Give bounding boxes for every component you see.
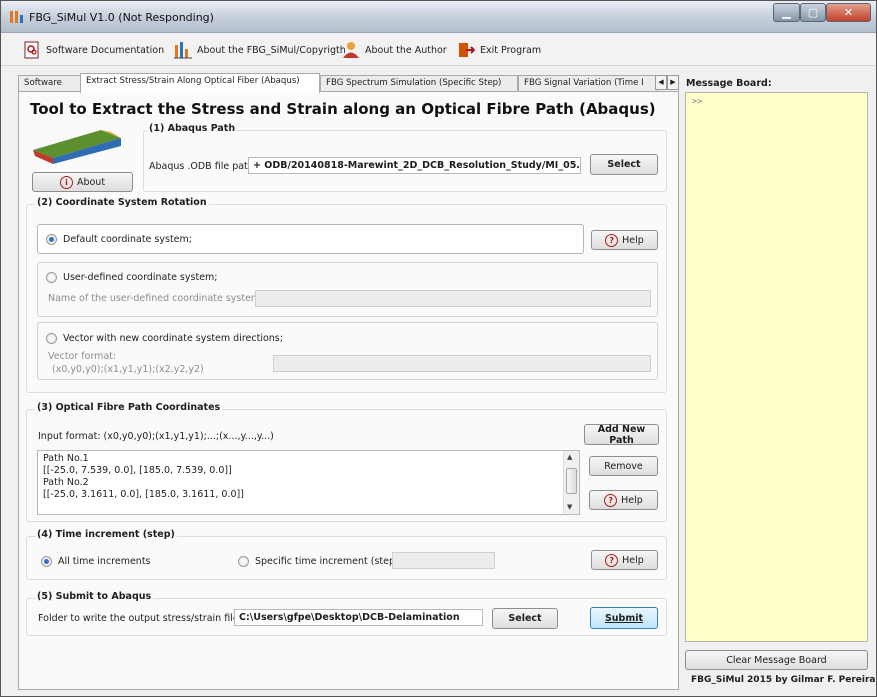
message-board-content: >> [692, 97, 703, 107]
coordinate-rotation-title: (2) Coordinate System Rotation [35, 197, 209, 208]
about-button[interactable]: i About [32, 172, 133, 192]
exit-program-label: Exit Program [480, 44, 542, 56]
path-list-scrollbar[interactable]: ▲ ▼ [563, 451, 579, 514]
path-help-button[interactable]: ? Help [589, 490, 658, 510]
scrollbar-thumb[interactable] [566, 468, 577, 494]
user-coordinate-label: User-defined coordinate system; [63, 272, 218, 283]
submit-button[interactable]: Submit [590, 607, 658, 629]
specific-time-increment-radio[interactable] [238, 556, 249, 567]
maximize-button[interactable]: ▢ [800, 3, 826, 22]
output-folder-label: Folder to write the output stress/strain… [38, 613, 245, 624]
page-title: Tool to Extract the Stress and Strain al… [30, 100, 656, 118]
abaqus-path-title: (1) Abaqus Path [147, 123, 238, 134]
help-icon: ? [605, 553, 619, 567]
tab-signal-variation[interactable]: FBG Signal Variation (Time I [518, 75, 658, 92]
default-coordinate-radio[interactable] [46, 234, 57, 245]
info-icon: i [59, 175, 73, 189]
tab-extract-stress-strain[interactable]: Extract Stress/Strain Along Optical Fibe… [80, 73, 320, 93]
tab-software[interactable]: Software [18, 75, 81, 92]
footer-credit: FBG_SiMul 2015 by Gilmar F. Pereira [691, 675, 876, 685]
person-icon [343, 42, 359, 58]
tab-software-label: Software [24, 78, 62, 88]
time-help-label: Help [622, 554, 644, 566]
user-coordinate-name-input[interactable] [255, 290, 651, 307]
vector-format-example: (x0,y0,y0);(x1,y1,y1);(x2,y2,y2) [52, 364, 204, 375]
user-coordinate-radio[interactable] [46, 272, 57, 283]
odb-select-button[interactable]: Select [590, 154, 658, 175]
remove-path-button[interactable]: Remove [589, 456, 658, 476]
user-coordinate-name-label: Name of the user-defined coordinate syst… [48, 293, 264, 304]
software-documentation-label: Software Documentation [46, 44, 165, 56]
exit-door-icon [459, 43, 475, 57]
scroll-up-icon[interactable]: ▲ [567, 453, 572, 461]
tab-extract-label: Extract Stress/Strain Along Optical Fibe… [86, 76, 300, 86]
about-author-label: About the Author [365, 44, 447, 56]
about-author-menu[interactable]: About the Author [342, 40, 447, 60]
odb-path-label: Abaqus .ODB file path [149, 161, 254, 172]
about-copyright-menu[interactable]: About the FBG_SiMul/Copyrigth [174, 40, 346, 60]
vector-coordinate-label: Vector with new coordinate system direct… [63, 333, 283, 344]
app-window: FBG_SiMul V1.0 (Not Responding) ▁ ▢ ✕ So… [0, 0, 877, 697]
time-increment-title: (4) Time increment (step) [35, 529, 177, 540]
help-icon: ? [604, 493, 618, 507]
coordinate-help-button[interactable]: ? Help [591, 230, 658, 250]
clear-message-board-button[interactable]: Clear Message Board [685, 650, 868, 670]
window-title: FBG_SiMul V1.0 (Not Responding) [29, 11, 214, 24]
vector-format-label: Vector format: [48, 351, 117, 362]
about-button-label: About [76, 176, 106, 188]
output-folder-input[interactable]: C:\Users\gfpe\Desktop\DCB-Delamination [234, 609, 483, 626]
tab-scroll-left-button[interactable]: ◀ [655, 75, 667, 90]
tab-spectrum-simulation[interactable]: FBG Spectrum Simulation (Specific Step) [320, 75, 518, 92]
tab-spectrum-label: FBG Spectrum Simulation (Specific Step) [326, 78, 502, 88]
output-folder-select-button[interactable]: Select [492, 608, 558, 629]
close-button[interactable]: ✕ [826, 3, 871, 22]
odb-path-input[interactable]: + ODB/20140818-Marewint_2D_DCB_Resolutio… [248, 157, 581, 174]
title-bar: FBG_SiMul V1.0 (Not Responding) ▁ ▢ ✕ [1, 1, 876, 33]
specific-time-increment-label: Specific time increment (step) [255, 556, 399, 567]
fiber-model-image [33, 130, 121, 164]
tab-scroll-right-button[interactable]: ▶ [667, 75, 679, 90]
all-time-increments-radio[interactable] [41, 556, 52, 567]
menu-bar: Software Documentation About the FBG_SiM… [1, 33, 876, 66]
scroll-down-icon[interactable]: ▼ [567, 503, 572, 511]
time-help-button[interactable]: ? Help [591, 550, 658, 570]
exit-program-menu[interactable]: Exit Program [457, 40, 541, 60]
default-coordinate-label: Default coordinate system; [63, 234, 192, 245]
fibre-path-title: (3) Optical Fibre Path Coordinates [35, 402, 223, 413]
input-format-label: Input format: (x0,y0,y0);(x1,y1,y1);...;… [38, 431, 274, 442]
coordinate-help-label: Help [622, 234, 644, 246]
document-icon [24, 41, 39, 59]
tab-signal-label: FBG Signal Variation (Time I [524, 78, 644, 88]
help-icon: ? [605, 233, 619, 247]
all-time-increments-label: All time increments [58, 556, 151, 567]
app-logo-icon [10, 11, 23, 23]
bar-chart-icon [174, 42, 192, 59]
submit-title: (5) Submit to Abaqus [35, 591, 154, 602]
vector-coordinate-radio[interactable] [46, 333, 57, 344]
software-documentation-menu[interactable]: Software Documentation [23, 40, 164, 60]
message-board-title: Message Board: [686, 78, 772, 89]
path-help-label: Help [621, 494, 643, 506]
path-list-textarea[interactable]: Path No.1 [[-25.0, 7.539, 0.0], [185.0, … [37, 450, 580, 515]
specific-time-increment-input[interactable] [392, 552, 495, 569]
minimize-button[interactable]: ▁ [773, 3, 800, 22]
vector-input[interactable] [273, 355, 651, 372]
add-new-path-button[interactable]: Add New Path [584, 424, 659, 446]
message-board: >> [685, 92, 868, 642]
about-copyright-label: About the FBG_SiMul/Copyrigth [197, 44, 346, 56]
